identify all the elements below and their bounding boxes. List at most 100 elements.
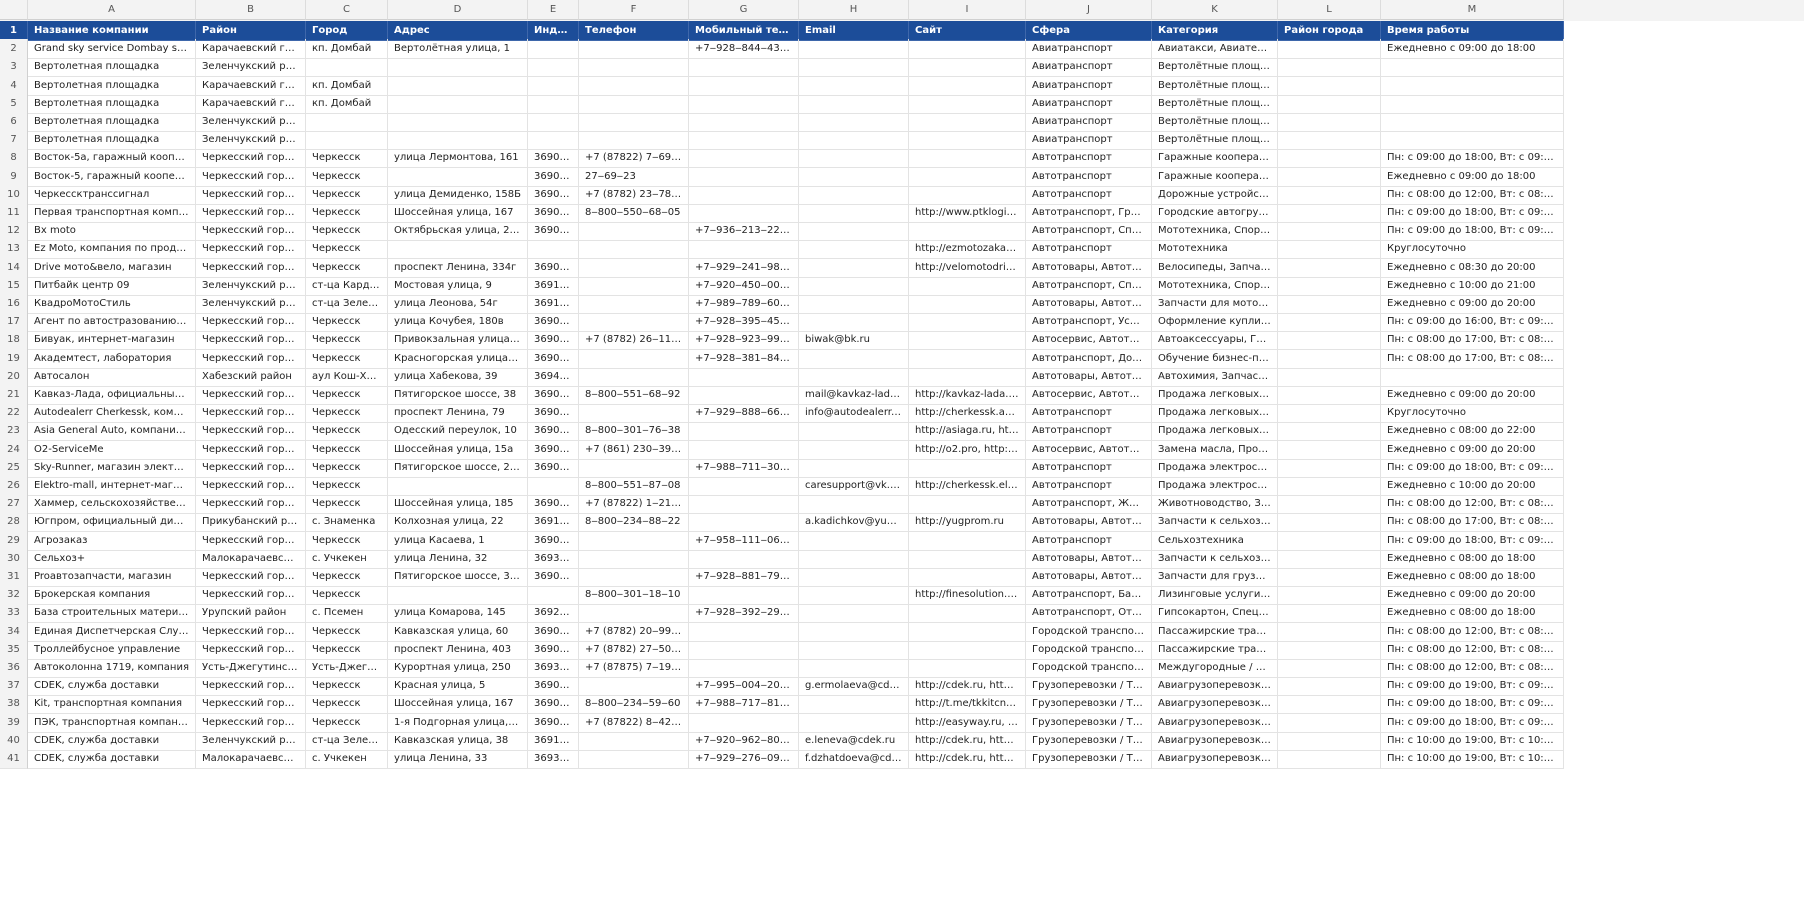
table-cell[interactable]: Гипсокартон, Спецтехника <box>1152 603 1278 624</box>
table-cell[interactable] <box>579 275 689 296</box>
table-cell[interactable]: Вертолётные площадки <box>1152 93 1278 114</box>
table-cell[interactable] <box>579 730 689 751</box>
table-cell[interactable] <box>388 130 528 151</box>
table-cell[interactable] <box>1278 57 1381 78</box>
table-cell[interactable] <box>388 93 528 114</box>
table-cell[interactable]: 369380 <box>528 749 579 769</box>
table-cell[interactable]: Питбайк центр 09 <box>28 275 196 296</box>
table-cell[interactable]: +7‒920‒450‒00‒09 <box>689 275 799 296</box>
table-cell[interactable]: Первая транспортная компания, транспортн… <box>28 203 196 223</box>
table-cell[interactable]: 369000 <box>528 457 579 478</box>
table-cell[interactable]: Черкесск <box>306 585 388 606</box>
table-cell[interactable]: g.ermolaeva@cdek.ru, r.chernova@cdek.ru <box>799 676 909 697</box>
table-cell[interactable]: Авиагрузоперевозки, Городские <box>1152 712 1278 733</box>
table-cell[interactable]: 27‒69‒23 <box>579 166 689 187</box>
table-cell[interactable] <box>799 93 909 114</box>
table-cell[interactable]: Городские автогрузоперевозки <box>1152 203 1278 223</box>
table-cell[interactable]: улица Леонова, 54г <box>388 294 528 314</box>
table-cell[interactable] <box>799 694 909 715</box>
table-cell[interactable]: Автотранспорт <box>1026 166 1152 187</box>
table-cell[interactable]: Пн: с 09:00 до 18:00, Вт: с 09:00 до 18:… <box>1381 148 1564 169</box>
table-cell[interactable]: Оформление купли-продажи <box>1152 312 1278 333</box>
table-cell[interactable]: Городской транспорт <box>1026 621 1152 642</box>
table-cell[interactable]: Зеленчукский район <box>196 57 306 78</box>
table-cell[interactable]: 369115 <box>528 512 579 533</box>
table-cell[interactable]: Пн: с 08:00 до 17:00, Вт: с 08:00 до 17:… <box>1381 348 1564 369</box>
table-cell[interactable] <box>799 585 909 606</box>
table-cell[interactable]: +7 (8782) 27‒50‒54, +7 (8782) 27‒50‒55 <box>579 639 689 660</box>
table-cell[interactable]: 8‒800‒301‒76‒38 <box>579 421 689 442</box>
table-cell[interactable]: Кавказская улица, 60 <box>388 621 528 642</box>
table-cell[interactable]: Авиагрузоперевозки, Городские <box>1152 676 1278 697</box>
table-cell[interactable]: Ежедневно с 08:30 до 20:00 <box>1381 257 1564 278</box>
table-cell[interactable] <box>799 421 909 442</box>
table-cell[interactable] <box>799 112 909 132</box>
table-cell[interactable] <box>909 494 1026 515</box>
table-cell[interactable]: Вх moto <box>28 221 196 242</box>
table-cell[interactable]: Вертолётные площадки <box>1152 75 1278 96</box>
table-cell[interactable]: Черкесск <box>306 184 388 205</box>
table-cell[interactable]: Зеленчукский район <box>196 730 306 751</box>
table-cell[interactable] <box>799 294 909 314</box>
table-cell[interactable]: 369000 <box>528 385 579 405</box>
table-cell[interactable]: Продажа электросамокатов <box>1152 476 1278 496</box>
table-cell[interactable] <box>909 348 1026 369</box>
table-cell[interactable] <box>689 112 799 132</box>
table-cell[interactable] <box>1278 275 1381 296</box>
table-cell[interactable]: ст-ца Кардоникская <box>306 275 388 296</box>
table-cell[interactable]: Пн: с 09:00 до 18:00, Вт: с 09:00 до 18:… <box>1381 530 1564 551</box>
table-cell[interactable] <box>579 221 689 242</box>
table-cell[interactable] <box>579 567 689 587</box>
table-cell[interactable]: Ежедневно с 10:00 до 20:00 <box>1381 476 1564 496</box>
table-cell[interactable] <box>1278 494 1381 515</box>
row-number[interactable]: 17 <box>0 312 28 333</box>
table-cell[interactable]: Троллейбусное управление <box>28 639 196 660</box>
table-cell[interactable] <box>306 57 388 78</box>
table-cell[interactable]: улица Ленина, 33 <box>388 749 528 769</box>
table-cell[interactable] <box>1278 385 1381 405</box>
table-cell[interactable]: Черкесский городской округ <box>196 621 306 642</box>
table-cell[interactable]: Пассажирские транспортные <box>1152 639 1278 660</box>
table-cell[interactable] <box>579 403 689 424</box>
table-cell[interactable] <box>909 366 1026 387</box>
table-cell[interactable] <box>1278 366 1381 387</box>
table-cell[interactable] <box>528 239 579 260</box>
table-cell[interactable]: Автотранспорт <box>1026 476 1152 496</box>
table-cell[interactable]: Черкесск <box>306 621 388 642</box>
table-cell[interactable] <box>689 239 799 260</box>
table-cell[interactable]: 369002 <box>528 148 579 169</box>
table-cell[interactable]: Пн: с 09:00 до 18:00, Вт: с 09:00 до 18:… <box>1381 694 1564 715</box>
table-cell[interactable] <box>799 603 909 624</box>
column-title-cell[interactable]: Сфера <box>1026 21 1152 41</box>
table-cell[interactable]: кп. Домбай <box>306 39 388 60</box>
table-cell[interactable]: http://cherkessk.autodealerr.ru <box>909 403 1026 424</box>
table-cell[interactable] <box>799 639 909 660</box>
table-cell[interactable]: КвадроМотоСтиль <box>28 294 196 314</box>
table-cell[interactable]: Авиатакси, Авиатехника / запчасти <box>1152 39 1278 60</box>
column-letter-f[interactable]: F <box>579 0 689 20</box>
table-cell[interactable]: Ежедневно с 08:00 до 18:00 <box>1381 548 1564 569</box>
row-number[interactable]: 24 <box>0 439 28 460</box>
table-cell[interactable] <box>1278 348 1381 369</box>
column-letter-g[interactable]: G <box>689 0 799 20</box>
table-cell[interactable]: Asia General Auto, компания по продаже а… <box>28 421 196 442</box>
table-cell[interactable]: Черкесск <box>306 221 388 242</box>
column-title-cell[interactable]: Категория <box>1152 21 1278 41</box>
row-number[interactable]: 38 <box>0 694 28 715</box>
table-cell[interactable]: Пн: с 09:00 до 18:00, Вт: с 09:00 до 18:… <box>1381 712 1564 733</box>
table-cell[interactable]: Обучение бизнес-профессиям <box>1152 348 1278 369</box>
table-cell[interactable]: Автотовары, Автотранспорт <box>1026 257 1152 278</box>
table-cell[interactable] <box>689 621 799 642</box>
table-cell[interactable]: Авиатранспорт <box>1026 93 1152 114</box>
table-cell[interactable] <box>799 439 909 460</box>
table-cell[interactable]: Ежедневно с 08:00 до 18:00 <box>1381 567 1564 587</box>
table-cell[interactable]: Пн: с 08:00 до 12:00, Вт: с 08:00 до 12:… <box>1381 621 1564 642</box>
table-cell[interactable] <box>1278 694 1381 715</box>
table-cell[interactable]: Автотранспорт, Дополнительное образовани… <box>1026 348 1152 369</box>
table-cell[interactable]: Черкесский городской округ <box>196 476 306 496</box>
table-cell[interactable]: Малокарачаевский район <box>196 548 306 569</box>
table-cell[interactable] <box>689 548 799 569</box>
table-cell[interactable] <box>689 421 799 442</box>
column-title-cell[interactable]: Район <box>196 21 306 41</box>
row-number[interactable]: 36 <box>0 658 28 678</box>
